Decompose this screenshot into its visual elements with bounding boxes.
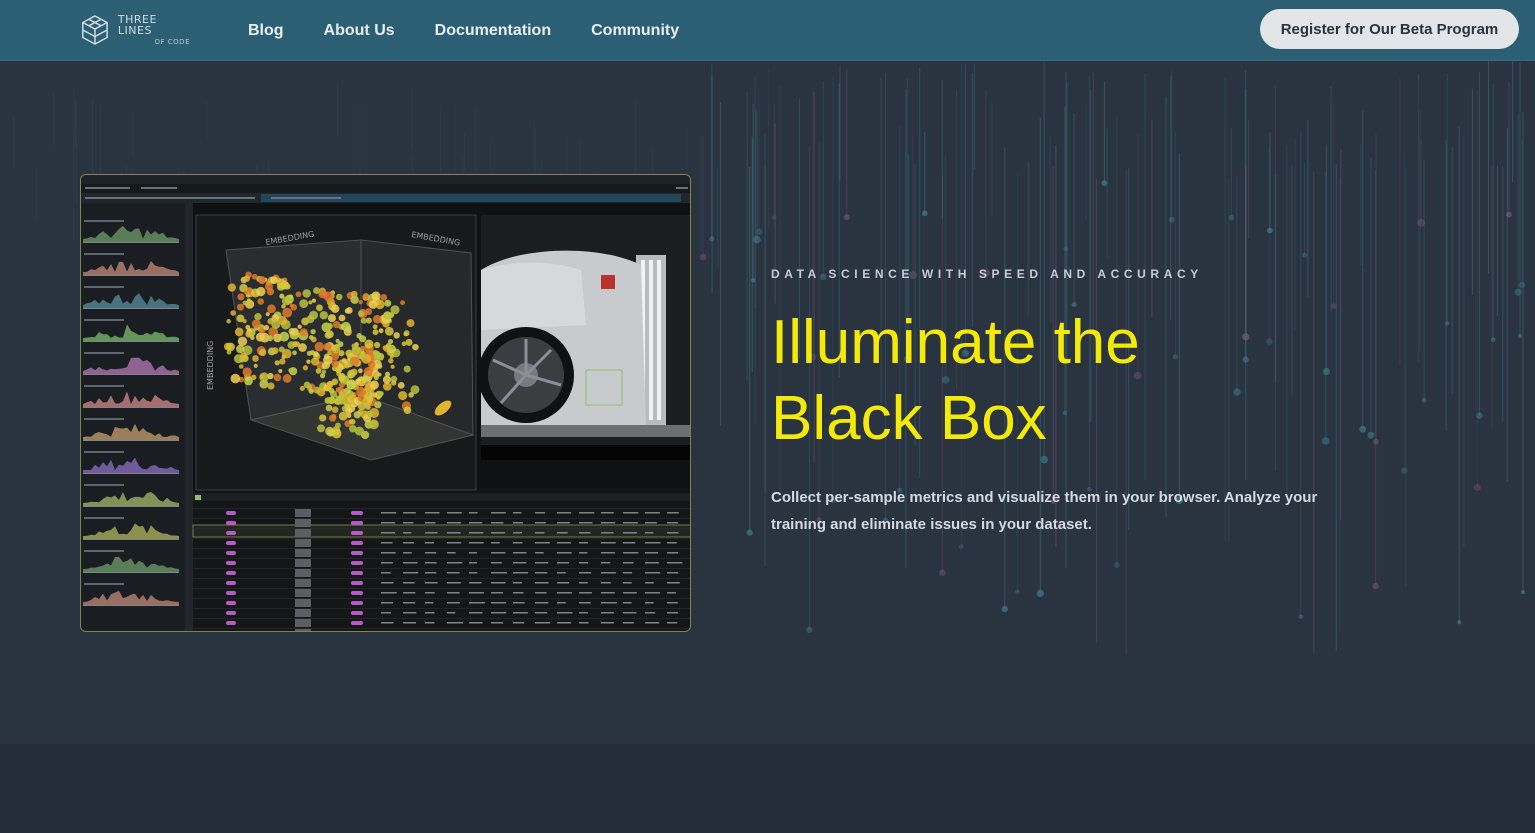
nav-link-about-us[interactable]: About Us: [324, 22, 395, 40]
top-nav-bar: THREE LINES OF CODE Blog About Us Docume…: [0, 0, 1535, 61]
hero-headline-line-2: Black Box: [771, 384, 1047, 453]
hero-eyebrow: DATA SCIENCE WITH SPEED AND ACCURACY: [771, 267, 1203, 281]
product-screenshot: EMBEDDING EMBEDDING EMBEDDING: [80, 174, 691, 632]
nav-link-community[interactable]: Community: [591, 22, 679, 40]
hero-headline-line-1: Illuminate the: [771, 308, 1140, 377]
nav-link-documentation[interactable]: Documentation: [435, 22, 551, 40]
register-beta-button[interactable]: Register for Our Beta Program: [1260, 9, 1519, 49]
nav-link-blog[interactable]: Blog: [248, 22, 284, 40]
main-nav: Blog About Us Documentation Community: [248, 0, 679, 61]
embedding-axis-label-3: EMBEDDING: [206, 341, 215, 390]
logo-wordmark: THREE LINES: [117, 13, 157, 37]
hero-headline: Illuminate the Black Box: [771, 305, 1291, 457]
logo-sub-wordmark: OF CODE: [154, 38, 190, 46]
logo-cube-icon: [82, 15, 108, 45]
product-screenshot-image: EMBEDDING EMBEDDING EMBEDDING: [81, 175, 690, 631]
hero-description: Collect per-sample metrics and visualize…: [771, 489, 1318, 533]
logo[interactable]: THREE LINES OF CODE: [80, 12, 190, 48]
next-section: [0, 744, 1535, 833]
